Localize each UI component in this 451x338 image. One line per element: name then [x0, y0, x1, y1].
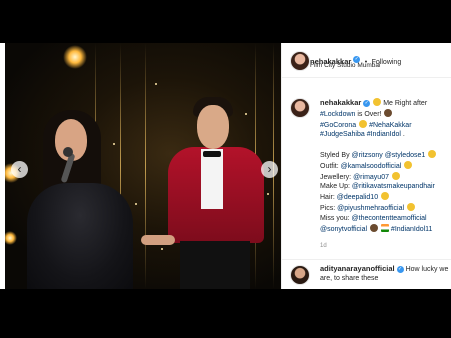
caption-line	[320, 140, 451, 150]
mention-link[interactable]: @kamalsoodofficial	[341, 163, 402, 170]
microphone-head	[63, 147, 73, 157]
sparkle	[245, 113, 247, 115]
caption-text: Styled By	[320, 151, 352, 159]
sparkle	[161, 248, 163, 250]
caption-username[interactable]: nehakakkar	[320, 98, 361, 107]
caption-text: is Over!	[355, 110, 382, 118]
smile-emoji-icon	[406, 202, 415, 211]
location-link[interactable]: Film City Studio Mumbai	[310, 62, 380, 69]
caption-line: Outfit: @kamalsoodofficial	[320, 160, 451, 172]
caption-line: #Lockdown is Over!	[320, 108, 451, 120]
man-white-shirt	[201, 149, 223, 209]
caption-text: Hair:	[320, 194, 337, 202]
smile-emoji-icon	[381, 192, 390, 201]
stage-spotlight	[5, 231, 17, 245]
moneybag-emoji-icon	[384, 108, 393, 117]
caption-line: #GoCorona #NehaKakkar	[320, 119, 451, 131]
previous-arrow-icon[interactable]: ‹	[11, 161, 28, 178]
hashtag-link[interactable]: #JudgeSahiba	[320, 131, 365, 138]
caption-line: Pics: @piyushmehraofficial	[320, 202, 451, 214]
post-timestamp[interactable]: 1d	[320, 243, 327, 249]
mention-link[interactable]: @rimayu07	[353, 174, 389, 181]
hashtag-link[interactable]: #Lockdown	[320, 111, 355, 118]
sparkle	[113, 143, 115, 145]
holding-hands	[141, 235, 175, 245]
man-face	[197, 105, 229, 149]
post-side-panel: nehakakkar ✓ • Following Film City Studio…	[281, 43, 451, 289]
caption-line: @sonytvofficial #IndianIdol11	[320, 223, 451, 235]
avatar[interactable]	[290, 98, 310, 118]
hashtag-link[interactable]: #IndianIdol	[367, 131, 401, 138]
caption-text: Miss you:	[320, 214, 352, 222]
caption-text: Make Up:	[320, 183, 352, 191]
post-photo[interactable]: ‹ ›	[5, 43, 281, 289]
next-arrow-icon[interactable]: ›	[261, 161, 278, 178]
caption-line: #JudgeSahiba #IndianIdol .	[320, 130, 451, 140]
avatar[interactable]	[290, 265, 310, 285]
caption-line: nehakakkar ✓ Me Right after	[320, 98, 451, 109]
hashtag-link[interactable]: #IndianIdol11	[391, 226, 433, 233]
instagram-post-frame: ‹ › nehakakkar ✓ • Following Film City St…	[0, 43, 451, 289]
caption-text: Jewellery:	[320, 173, 354, 181]
stage-spotlight	[63, 45, 87, 69]
hashtag-link[interactable]: #NehaKakkar	[369, 122, 411, 129]
mention-link[interactable]: @piyushmehraofficial	[337, 205, 404, 212]
smile-emoji-icon	[428, 149, 437, 158]
post-caption: nehakakkar ✓ Me Right after #Lockdown is …	[320, 98, 451, 234]
mention-link[interactable]: @ritikavatsmakeupandhair	[352, 183, 435, 190]
caption-line: Miss you: @thecontentteamofficial	[320, 214, 451, 224]
kiss-emoji-icon	[373, 98, 382, 106]
mention-link[interactable]: @deepalid10	[337, 194, 378, 201]
woman-black-dress	[27, 183, 133, 289]
avatar[interactable]	[290, 51, 310, 71]
sparkle	[135, 203, 137, 205]
sparkle	[267, 193, 269, 195]
verified-badge-icon: ✓	[396, 265, 404, 273]
comment: adityanarayanofficial ✓ How lucky we are,…	[320, 264, 450, 283]
caption-text: .	[400, 131, 405, 139]
divider	[282, 259, 451, 260]
bow-tie	[203, 151, 221, 157]
man-trousers	[180, 241, 250, 289]
smile-emoji-icon	[404, 160, 413, 169]
mention-link[interactable]: @thecontentteamofficial	[352, 215, 427, 222]
verified-badge-icon: ✓	[363, 99, 371, 107]
caption-line: Make Up: @ritikavatsmakeupandhair	[320, 182, 451, 192]
caption-text: Pics:	[320, 204, 338, 212]
smile-emoji-icon	[391, 171, 400, 180]
caption-line: Styled By @ritzsony @styledose1	[320, 149, 451, 161]
caption-line: Hair: @deepalid10	[320, 192, 451, 203]
mention-link[interactable]: @ritzsony	[352, 152, 383, 159]
caption-text: Outfit:	[320, 162, 341, 170]
comment-username[interactable]: adityanarayanofficial	[320, 264, 395, 273]
caption-text: Me Right after	[383, 100, 428, 107]
grin-emoji-icon	[359, 119, 368, 128]
sparkle	[155, 83, 157, 85]
post-header: nehakakkar ✓ • Following Film City Studio…	[282, 43, 451, 78]
india-flag-emoji-icon	[380, 223, 389, 232]
hashtag-link[interactable]: #GoCorona	[320, 122, 356, 129]
mention-link[interactable]: @styledose1	[385, 152, 426, 159]
heart-emoji-icon	[370, 223, 379, 232]
stage-light-strip	[145, 43, 146, 289]
caption-line: Jewellery: @rimayu07	[320, 171, 451, 183]
mention-link[interactable]: @sonytvofficial	[320, 226, 367, 233]
